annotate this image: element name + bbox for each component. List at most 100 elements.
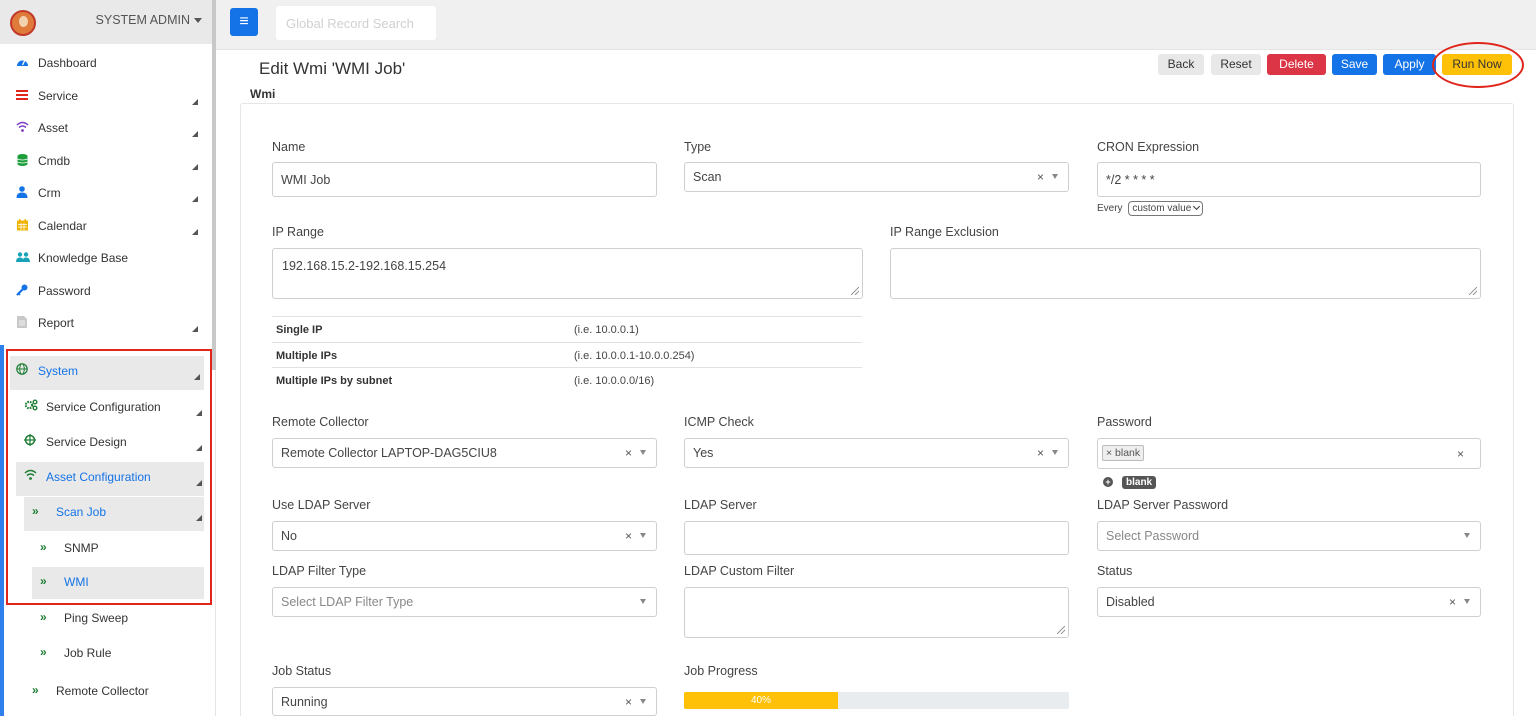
users-icon: [16, 251, 30, 263]
calendar-icon: [16, 219, 28, 231]
sidebar-item-scan-job[interactable]: » Scan Job: [24, 497, 204, 531]
sidebar-item-service-design[interactable]: Service Design: [16, 427, 206, 459]
clear-icon[interactable]: ×: [625, 446, 632, 460]
double-chevron-icon: »: [40, 540, 47, 554]
job-progress-label: Job Progress: [684, 664, 758, 678]
cron-expression-label: CRON Expression: [1097, 140, 1200, 154]
sidebar-item-system[interactable]: System: [10, 356, 204, 390]
clear-icon[interactable]: ×: [625, 529, 632, 543]
sidebar-item-wmi[interactable]: » WMI: [32, 567, 204, 599]
sidebar-item-report[interactable]: Report: [0, 308, 210, 340]
hint-value: (i.e. 10.0.0.0/16): [574, 375, 655, 387]
ldap-server-input[interactable]: [684, 521, 1069, 555]
ldap-filter-type-placeholder: Select LDAP Filter Type: [281, 595, 414, 609]
caret-down-icon: [194, 18, 202, 24]
sidebar-item-label: Service Design: [46, 435, 127, 449]
user-menu[interactable]: SYSTEM ADMIN: [96, 13, 202, 27]
clear-icon[interactable]: ×: [1457, 447, 1464, 461]
dashboard-icon: [16, 56, 28, 68]
double-chevron-icon: »: [40, 645, 47, 659]
run-now-button[interactable]: Run Now: [1442, 54, 1512, 75]
resize-handle[interactable]: [1057, 626, 1065, 634]
sidebar-accent: [0, 345, 4, 716]
ldap-server-password-select[interactable]: Select Password: [1097, 521, 1481, 551]
resize-handle[interactable]: [1469, 287, 1477, 295]
sidebar-item-asset-configuration[interactable]: Asset Configuration: [16, 462, 204, 496]
sidebar-item-label: Ping Sweep: [64, 611, 129, 625]
resize-handle[interactable]: [851, 287, 859, 295]
ip-format-hints: Single IP (i.e. 10.0.0.1) Multiple IPs (…: [272, 316, 862, 393]
avatar[interactable]: [10, 10, 36, 36]
sidebar-item-password[interactable]: Password: [0, 276, 210, 308]
ip-range-exclusion-textarea[interactable]: [890, 248, 1481, 299]
sidebar-item-service[interactable]: Service: [0, 81, 210, 113]
user-bar: SYSTEM ADMIN: [0, 0, 212, 44]
list-icon: [16, 89, 28, 101]
ldap-filter-type-label: LDAP Filter Type: [272, 564, 367, 578]
double-chevron-icon: »: [32, 504, 39, 518]
icmp-check-value: Yes: [693, 446, 714, 460]
icmp-check-select[interactable]: Yes ×: [684, 438, 1069, 468]
hint-key: Single IP: [276, 324, 323, 336]
remote-collector-value: Remote Collector LAPTOP-DAG5CIU8: [281, 446, 497, 460]
save-button[interactable]: Save: [1332, 54, 1377, 75]
job-status-select[interactable]: Running ×: [272, 687, 657, 716]
password-multiselect[interactable]: × blank ×: [1097, 438, 1481, 469]
key-icon: [16, 284, 28, 296]
hint-row: Multiple IPs (i.e. 10.0.0.1-10.0.0.254): [272, 341, 862, 368]
sidebar: SYSTEM ADMIN Dashboard Service Asset Cmd…: [0, 0, 216, 716]
sidebar-item-job-rule[interactable]: » Job Rule: [32, 638, 204, 670]
sidebar-item-knowledge-base[interactable]: Knowledge Base: [0, 243, 210, 275]
expand-icon: [192, 131, 198, 137]
add-icon[interactable]: +: [1103, 477, 1113, 487]
cron-expression-input[interactable]: */2 * * * *: [1097, 162, 1481, 197]
sidebar-item-service-configuration[interactable]: Service Configuration: [16, 392, 206, 424]
use-ldap-server-select[interactable]: No ×: [272, 521, 657, 551]
job-progress-fill: 40%: [684, 692, 838, 709]
dropdown-arrow-icon: [1052, 450, 1058, 455]
apply-button[interactable]: Apply: [1383, 54, 1436, 75]
ldap-server-label: LDAP Server: [684, 498, 757, 512]
password-tag[interactable]: × blank: [1102, 445, 1145, 461]
sidebar-item-ping-sweep[interactable]: » Ping Sweep: [32, 603, 204, 635]
double-chevron-icon: »: [40, 610, 47, 624]
sidebar-item-cmdb[interactable]: Cmdb: [0, 146, 210, 178]
sidebar-item-label: Crm: [38, 186, 61, 200]
sidebar-item-calendar[interactable]: Calendar: [0, 211, 210, 243]
global-search-input[interactable]: [276, 6, 436, 40]
type-select[interactable]: Scan ×: [684, 162, 1069, 192]
dropdown-arrow-icon: [1052, 174, 1058, 179]
clear-icon[interactable]: ×: [1449, 595, 1456, 609]
sidebar-item-dashboard[interactable]: Dashboard: [0, 48, 210, 80]
sidebar-item-snmp[interactable]: » SNMP: [32, 533, 204, 565]
sidebar-item-label: Remote Collector: [56, 684, 149, 698]
sidebar-item-label: Service: [38, 89, 79, 103]
delete-button[interactable]: Delete: [1267, 54, 1326, 75]
clear-icon[interactable]: ×: [1037, 446, 1044, 460]
ldap-filter-type-select[interactable]: Select LDAP Filter Type: [272, 587, 657, 617]
ip-range-textarea[interactable]: 192.168.15.2-192.168.15.254: [272, 248, 863, 299]
remote-collector-label: Remote Collector: [272, 415, 369, 429]
status-select[interactable]: Disabled ×: [1097, 587, 1481, 617]
remote-collector-select[interactable]: Remote Collector LAPTOP-DAG5CIU8 ×: [272, 438, 657, 468]
password-option-badge[interactable]: blank: [1122, 476, 1157, 489]
sidebar-scrollbar[interactable]: [212, 0, 216, 370]
hint-value: (i.e. 10.0.0.1): [574, 324, 639, 336]
job-progress-bar: 40%: [684, 692, 1069, 709]
name-input[interactable]: WMI Job: [272, 162, 657, 197]
reset-button[interactable]: Reset: [1211, 54, 1261, 75]
ldap-custom-filter-textarea[interactable]: [684, 587, 1069, 638]
hint-value: (i.e. 10.0.0.1-10.0.0.254): [574, 349, 695, 362]
dropdown-arrow-icon: [640, 599, 646, 604]
sidebar-item-label: System: [38, 364, 79, 378]
sidebar-item-remote-collector[interactable]: » Remote Collector: [24, 676, 204, 708]
sidebar-item-asset[interactable]: Asset: [0, 113, 210, 145]
sidebar-item-crm[interactable]: Crm: [0, 178, 210, 210]
sidebar-item-label: Calendar: [38, 219, 87, 233]
back-button[interactable]: Back: [1158, 54, 1204, 75]
clear-icon[interactable]: ×: [625, 695, 632, 709]
clear-icon[interactable]: ×: [1037, 170, 1044, 184]
menu-toggle-button[interactable]: ≡: [230, 8, 258, 36]
sidebar-item-label: Dashboard: [38, 56, 97, 70]
every-select[interactable]: custom value: [1128, 201, 1204, 216]
